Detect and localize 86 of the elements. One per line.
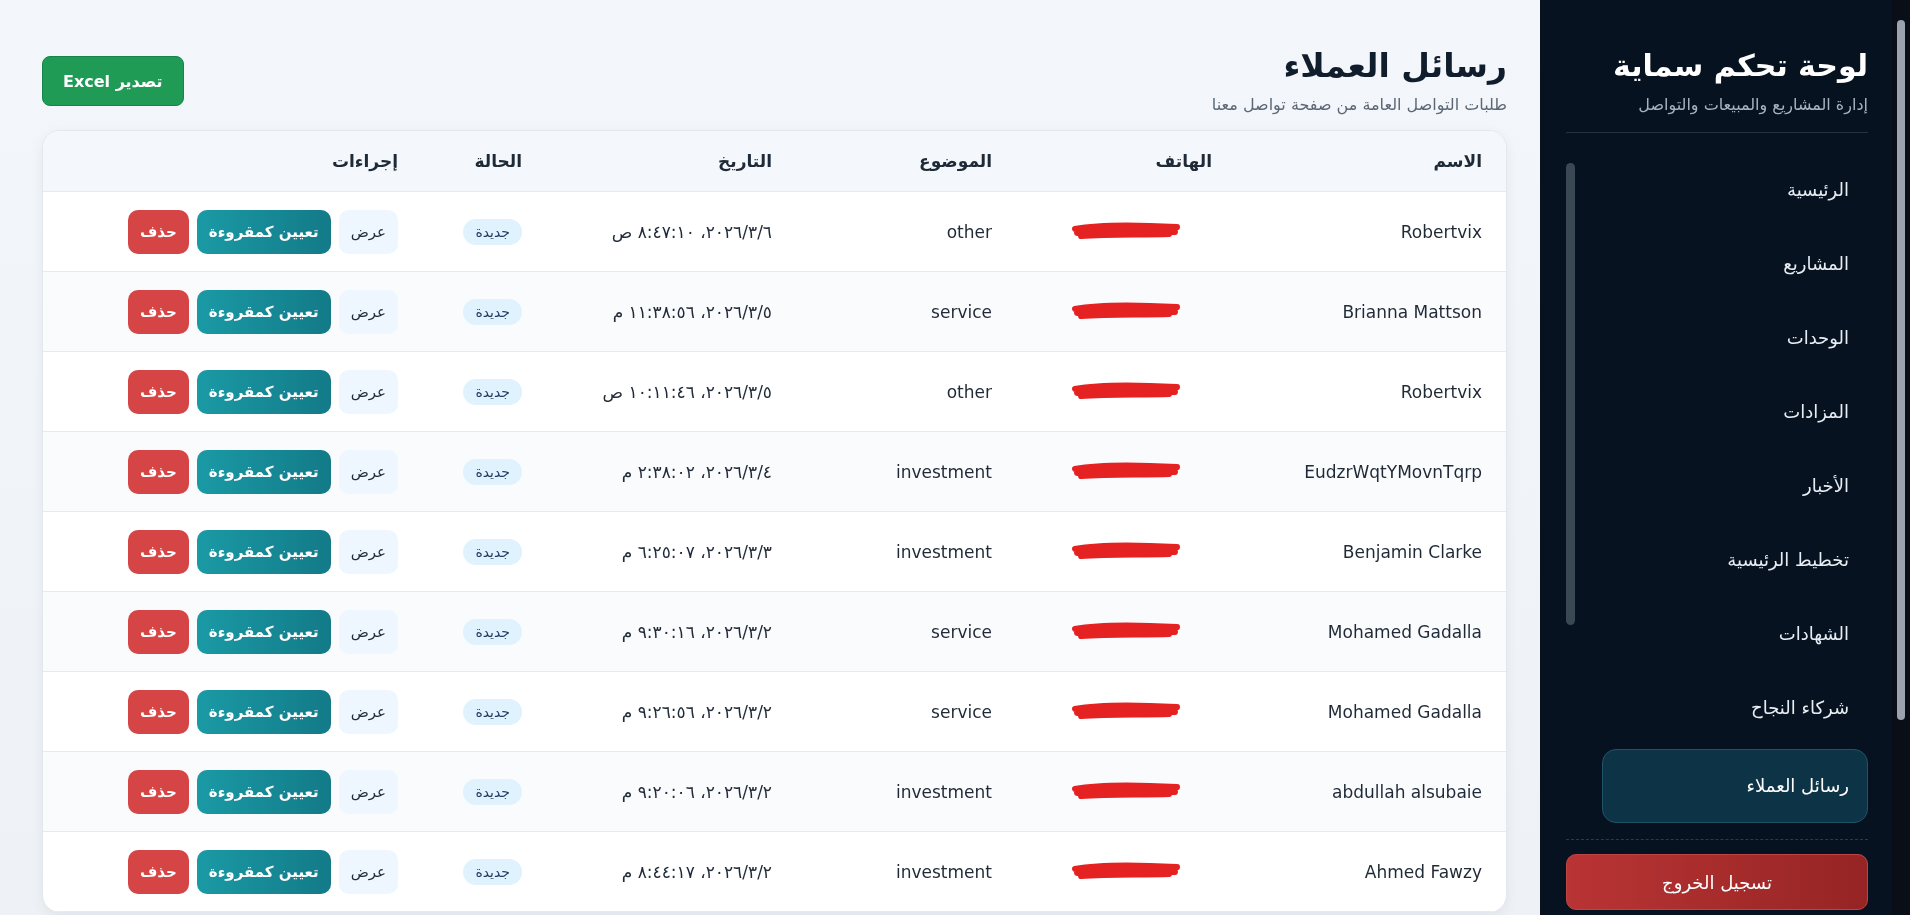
delete-button[interactable]: حذف [127,289,189,334]
logout-button[interactable]: تسجيل الخروج [1566,854,1868,910]
view-button[interactable]: عرض [338,609,398,654]
page-title: رسائل العملاء [1282,46,1507,85]
table-cell: Ahmed Fawzy [1364,861,1482,882]
mark-read-button[interactable]: تعيين كمقروءة [196,689,331,734]
table-cell: ٤/٣/٢٠٢٦، ٢:٣٨:٠٢ م [621,461,772,482]
column-header: الموضوع [919,151,992,171]
nav-item[interactable]: تخطيط الرئيسية [1602,523,1868,597]
table-cell: other [946,381,992,402]
table-cell: ٢/٣/٢٠٢٦، ٩:٣٠:١٦ م [621,621,772,642]
table-cell: Benjamin Clarke [1342,541,1482,562]
mark-read-button[interactable]: تعيين كمقروءة [196,609,331,654]
table-cell: ٢/٣/٢٠٢٦، ٨:٤٤:١٧ م [621,861,772,882]
table-cell: ٥/٣/٢٠٢٦، ١٠:١١:٤٦ ص [602,381,772,402]
nav-item[interactable]: الأخبار [1602,449,1868,523]
view-button[interactable]: عرض [338,689,398,734]
status-badge: جديدة [463,218,522,245]
delete-button[interactable]: حذف [127,849,189,894]
nav-item[interactable]: الوحدات [1602,301,1868,375]
table-cell: Robertvix [1400,381,1482,402]
nav-scrollbar[interactable] [1566,163,1575,625]
table-cell: investment [896,541,992,562]
view-button[interactable]: عرض [338,209,398,254]
table-cell: service [931,621,992,642]
delete-button[interactable]: حذف [127,609,189,654]
table-cell: service [931,701,992,722]
column-header: الهاتف [1155,151,1212,171]
delete-button[interactable]: حذف [127,769,189,814]
table-cell: Robertvix [1400,221,1482,242]
status-badge: جديدة [463,458,522,485]
table-cell: ٥/٣/٢٠٢٦، ١١:٣٨:٥٦ م [612,301,772,322]
table-cell: investment [896,461,992,482]
table-cell: Brianna Mattson [1342,301,1482,322]
status-badge: جديدة [463,618,522,645]
table-cell: service [931,301,992,322]
table-cell: Mohamed Gadalla [1327,621,1482,642]
column-header: إجراءات [331,151,398,171]
view-button[interactable]: عرض [338,289,398,334]
delete-button[interactable]: حذف [127,529,189,574]
delete-button[interactable]: حذف [127,369,189,414]
table-cell: abdullah alsubaie [1332,781,1482,802]
table-cell: ٦/٣/٢٠٢٦، ٨:٤٧:١٠ ص [611,221,772,242]
status-badge: جديدة [463,698,522,725]
page-scrollbar[interactable] [1892,0,1910,915]
status-badge: جديدة [463,778,522,805]
delete-button[interactable]: حذف [127,209,189,254]
column-header: التاريخ [718,151,772,171]
nav-item[interactable]: المشاريع [1602,227,1868,301]
dashboard-subtitle: إدارة المشاريع والمبيعات والتواصل [1637,95,1868,114]
mark-read-button[interactable]: تعيين كمقروءة [196,209,331,254]
status-badge: جديدة [463,858,522,885]
table-cell: ٢/٣/٢٠٢٦، ٩:٢٦:٥٦ م [621,701,772,722]
nav-item[interactable]: شركاء النجاح [1602,671,1868,745]
export-excel-button[interactable]: تصدير Excel [42,56,184,106]
table-cell: ٣/٣/٢٠٢٦، ٦:٢٥:٠٧ م [621,541,772,562]
nav-item[interactable]: المزادات [1602,375,1868,449]
view-button[interactable]: عرض [338,769,398,814]
mark-read-button[interactable]: تعيين كمقروءة [196,849,331,894]
table-cell: ٢/٣/٢٠٢٦، ٩:٢٠:٠٦ م [621,781,772,802]
view-button[interactable]: عرض [338,449,398,494]
column-header: الاسم [1433,151,1482,171]
table-cell: investment [896,781,992,802]
mark-read-button[interactable]: تعيين كمقروءة [196,769,331,814]
view-button[interactable]: عرض [338,369,398,414]
status-badge: جديدة [463,378,522,405]
mark-read-button[interactable]: تعيين كمقروءة [196,289,331,334]
mark-read-button[interactable]: تعيين كمقروءة [196,449,331,494]
delete-button[interactable]: حذف [127,689,189,734]
table-cell: Mohamed Gadalla [1327,701,1482,722]
mark-read-button[interactable]: تعيين كمقروءة [196,529,331,574]
status-badge: جديدة [463,298,522,325]
table-cell: EudzrWqtYMovnTqrp [1304,461,1482,482]
table-cell: investment [896,861,992,882]
view-button[interactable]: عرض [338,849,398,894]
nav-item[interactable]: الشهادات [1602,597,1868,671]
view-button[interactable]: عرض [338,529,398,574]
nav-item[interactable]: رسائل العملاء [1602,749,1868,823]
dashboard-title: لوحة تحكم سماية [1612,48,1868,83]
delete-button[interactable]: حذف [127,449,189,494]
nav-item[interactable]: الرئيسية [1602,153,1868,227]
table-cell: other [946,221,992,242]
status-badge: جديدة [463,538,522,565]
column-header: الحالة [474,151,522,171]
page-subtitle: طلبات التواصل العامة من صفحة تواصل معنا [1211,95,1507,114]
mark-read-button[interactable]: تعيين كمقروءة [196,369,331,414]
